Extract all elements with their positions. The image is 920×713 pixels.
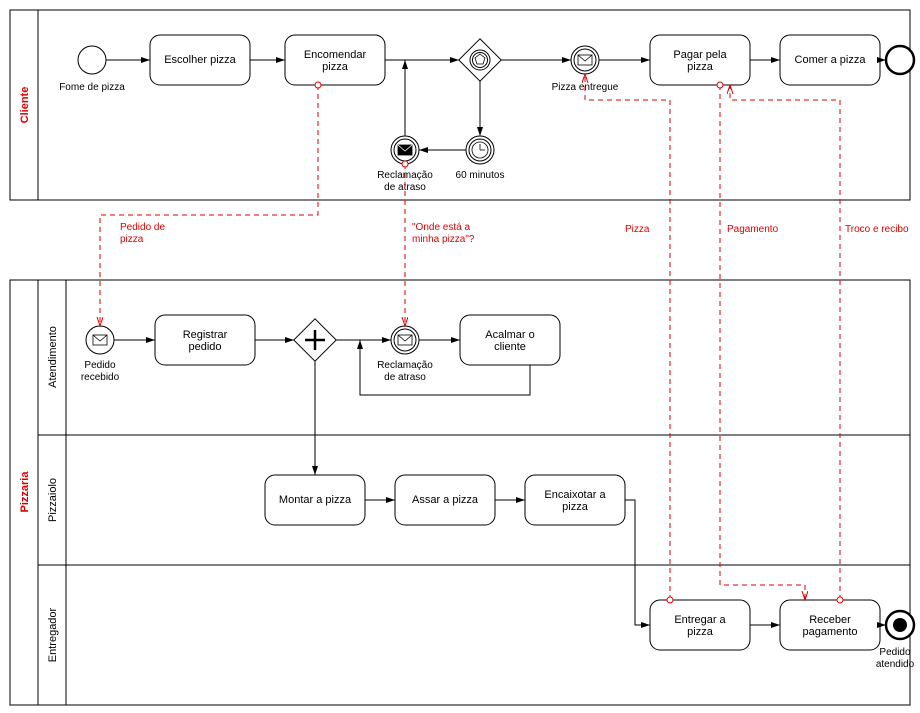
label-pedat1: Pedido [879, 647, 911, 658]
flows-pizzaria [114, 340, 886, 625]
label-comer: Comer a pizza [795, 54, 867, 66]
task-entregar: Entregar a pizza [650, 600, 750, 650]
label-acal1: Acalmar o [485, 329, 535, 341]
message-labels: Pedido de pizza "Onde está a minha pizza… [120, 222, 909, 245]
msg-onde2: minha pizza"? [412, 234, 475, 245]
label-rec2: pagamento [802, 626, 857, 638]
msg-pagamento: Pagamento [727, 224, 779, 235]
label-pedrec1: Pedido [84, 360, 116, 371]
task-receber: Receber pagamento [780, 600, 880, 650]
lane-label-pizz: Pizzaiolo [47, 478, 59, 522]
label-montar: Montar a pizza [279, 494, 352, 506]
task-comer: Comer a pizza [780, 35, 880, 85]
gateway-event-based [459, 39, 501, 81]
msg-pedido1: Pedido de [120, 222, 165, 233]
label-rec1: Receber [809, 614, 851, 626]
label-pagar1: Pagar pela [673, 49, 727, 61]
task-montar: Montar a pizza [265, 475, 365, 525]
start-event-fome: Fome de pizza [59, 46, 125, 93]
lane-label-atend: Atendimento [47, 326, 59, 388]
label-fome: Fome de pizza [59, 82, 125, 93]
gateway-parallel [294, 319, 336, 361]
label-pedat2: atendido [876, 659, 915, 670]
lane-label-entr: Entregador [47, 607, 59, 662]
event-reclamacao-atend: Reclamação de atraso [377, 326, 433, 383]
label-acal2: cliente [494, 341, 526, 353]
label-assar: Assar a pizza [412, 494, 479, 506]
event-timer: 60 minutos [456, 136, 505, 181]
end-event-pedido-atendido: Pedido atendido [876, 611, 915, 670]
msg-pedido2: pizza [120, 234, 144, 245]
pool-label-cliente: Cliente [19, 87, 31, 124]
msg-onde1: "Onde está a [412, 222, 470, 233]
task-assar: Assar a pizza [395, 475, 495, 525]
msg-pizza: Pizza [625, 224, 650, 235]
msg-troco: Troco e recibo [845, 224, 909, 235]
label-pedrec2: recebido [81, 372, 120, 383]
pool-label-pizzaria: Pizzaria [19, 471, 31, 513]
label-timer: 60 minutos [456, 170, 505, 181]
bpmn-diagram: Cliente Fome de pizza Escolher pizza Enc… [0, 0, 920, 713]
label-entr2: pizza [687, 626, 714, 638]
event-pedido-recebido: Pedido recebido [81, 326, 120, 383]
label-entr1: Entregar a [674, 614, 726, 626]
task-encaixotar: Encaixotar a pizza [525, 475, 625, 525]
label-escolher: Escolher pizza [164, 54, 236, 66]
label-enc1: Encaixotar a [544, 489, 606, 501]
task-encomendar: Encomendar pizza [285, 35, 385, 85]
label-enc2: pizza [562, 501, 589, 513]
task-pagar: Pagar pela pizza [650, 35, 750, 85]
label-reg2: pedido [188, 341, 221, 353]
end-event-cliente [886, 46, 914, 74]
task-registrar: Registrar pedido [155, 315, 255, 365]
label-reclam-a2: de atraso [384, 372, 426, 383]
task-escolher: Escolher pizza [150, 35, 250, 85]
task-acalmar: Acalmar o cliente [460, 315, 560, 365]
event-pizza-entregue: Pizza entregue [552, 46, 619, 93]
label-reclam-a1: Reclamação [377, 360, 433, 371]
label-encomendar2: pizza [322, 61, 349, 73]
label-encomendar1: Encomendar [304, 49, 367, 61]
label-pagar2: pizza [687, 61, 714, 73]
label-reg1: Registrar [183, 329, 228, 341]
